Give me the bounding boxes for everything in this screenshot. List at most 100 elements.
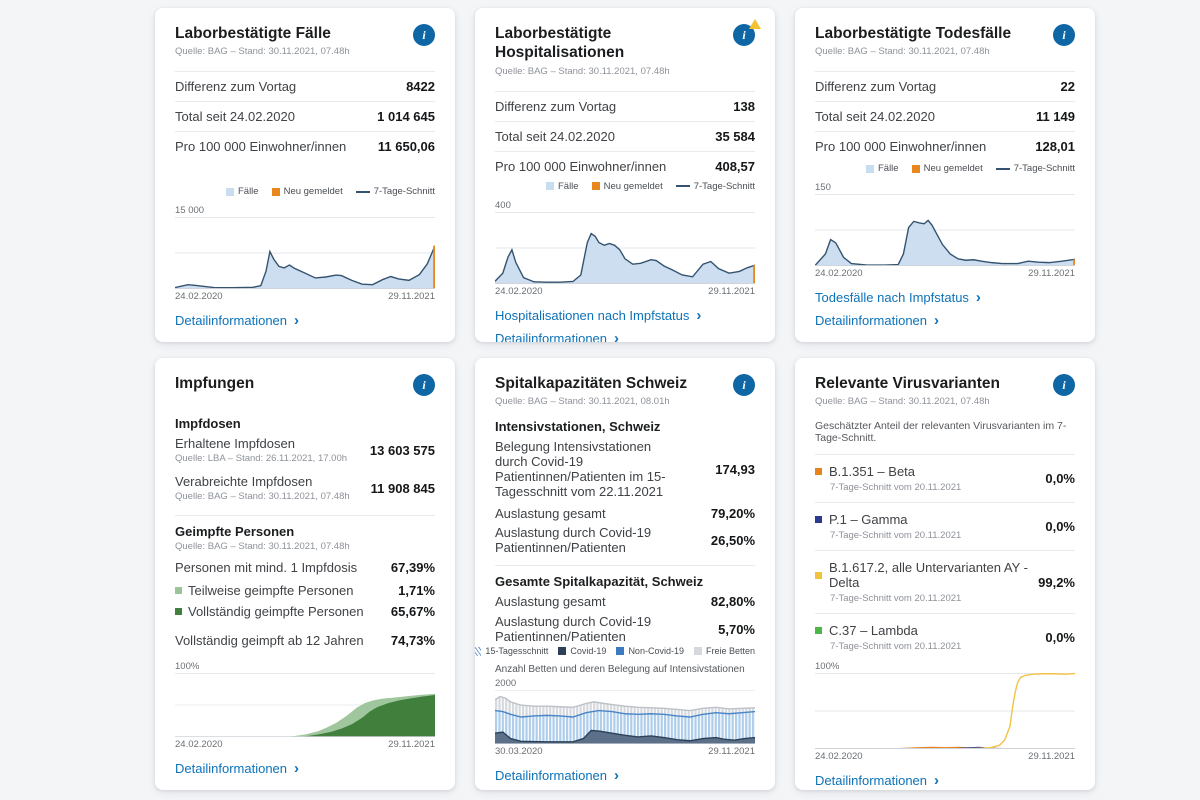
section-title: Impfdosen: [175, 416, 241, 431]
cases-swatch-icon: [225, 187, 234, 196]
stat-row: Vollständig geimpfte Personen 65,67%: [175, 601, 435, 622]
dashboard-grid: Laborbestätigte Fälle Quelle: BAG – Stan…: [155, 8, 1095, 790]
stat-label: Auslastung durch Covid-19 Patientinnen/P…: [495, 614, 652, 645]
detail-link[interactable]: Detailinformationen ›: [175, 313, 435, 328]
card-source: Quelle: BAG – Stand: 30.11.2021, 07.48h: [815, 46, 990, 58]
impfstatus-link[interactable]: Todesfälle nach Impfstatus ›: [815, 290, 1075, 305]
chevron-right-icon: ›: [975, 288, 981, 306]
variant-row: P.1 – Gamma 7-Tage-Schnitt vom 20.11.202…: [815, 502, 1075, 550]
detail-link[interactable]: Detailinformationen ›: [815, 313, 1075, 328]
card-lab-cases: Laborbestätigte Fälle Quelle: BAG – Stan…: [155, 8, 455, 342]
stat-value: 82,80%: [710, 594, 755, 610]
stat-value: 5,70%: [718, 621, 755, 637]
card-deaths: Laborbestätigte Todesfälle Quelle: BAG –…: [795, 8, 1095, 342]
stat-row: Belegung Intensivstationen durch Covid-1…: [495, 434, 755, 504]
chart-block: 100% 24.02.2020 29.11.2021: [815, 661, 1075, 762]
stat-value: 35 584: [715, 128, 755, 144]
chevron-right-icon: ›: [294, 311, 300, 329]
info-icon[interactable]: i: [413, 374, 435, 396]
avg-line-icon: [675, 185, 690, 188]
stat-label: Differenz zum Vortag: [815, 79, 937, 95]
stat-value: 22: [1060, 79, 1075, 95]
stat-label: Differenz zum Vortag: [175, 79, 297, 95]
fifteen-day-avg-icon: [475, 646, 482, 656]
variant-value: 0,0%: [1045, 630, 1075, 646]
card-title: Laborbestätigte Todesfälle: [815, 25, 1012, 42]
new-reported-swatch-icon: [271, 187, 280, 196]
hospitalisations-trend-chart: [495, 211, 755, 284]
stat-label: Auslastung gesamt: [495, 594, 606, 610]
variants-share-chart: [815, 673, 1075, 750]
legend-item: 7-Tage-Schnitt: [995, 163, 1075, 174]
stat-row: Vollständig geimpft ab 12 Jahren 74,73%: [175, 628, 435, 653]
gamma-swatch-icon: [815, 516, 822, 524]
info-icon[interactable]: i: [733, 374, 755, 396]
stat-label: Differenz zum Vortag: [495, 98, 617, 114]
x-axis-labels: 24.02.2020 29.11.2021: [495, 285, 755, 297]
info-icon[interactable]: i: [413, 24, 435, 46]
stat-label: Total seit 24.02.2020: [815, 109, 935, 125]
cases-trend-chart: [175, 217, 435, 289]
stat-value: 174,93: [715, 461, 755, 477]
legend-item: Fälle: [225, 186, 259, 197]
chart-legend: Fälle Neu gemeldet 7-Tage-Schnitt: [815, 163, 1075, 174]
card-source: Quelle: BAG – Stand: 30.11.2021, 07.48h: [495, 65, 670, 77]
detail-link[interactable]: Detailinformationen ›: [815, 773, 1075, 788]
x-axis-labels: 24.02.2020 29.11.2021: [815, 268, 1075, 279]
stat-label: Vollständig geimpft ab 12 Jahren: [175, 633, 364, 648]
covid-swatch-icon: [558, 647, 567, 656]
chevron-right-icon: ›: [614, 329, 620, 342]
detail-link[interactable]: Detailinformationen ›: [495, 331, 755, 342]
stat-value: 13 603 575: [369, 442, 435, 458]
stats-list: Differenz zum Vortag 8422 Total seit 24.…: [175, 71, 435, 161]
legend-item: Freie Betten: [693, 646, 755, 656]
legend-item: Neu gemeldet: [591, 181, 663, 192]
cases-swatch-icon: [545, 182, 554, 191]
card-source: Quelle: BAG – Stand: 30.11.2021, 08.01h: [495, 396, 670, 408]
stat-row: Auslastung gesamt 82,80%: [495, 591, 755, 612]
chart-block: Fälle Neu gemeldet 7-Tage-Schnitt 400 24…: [495, 181, 755, 297]
info-icon[interactable]: i: [1053, 24, 1075, 46]
chart-legend: 15-Tagesschnitt Covid-19 Non-Covid-19 Fr…: [475, 646, 755, 656]
stat-value: 11 650,06: [377, 139, 435, 155]
stat-label: Pro 100 000 Einwohner/innen: [815, 139, 987, 155]
info-icon[interactable]: i: [733, 19, 761, 46]
info-icon[interactable]: i: [1053, 374, 1075, 396]
chart-block: Fälle Neu gemeldet 7-Tage-Schnitt 150 24…: [815, 163, 1075, 279]
stat-row: Pro 100 000 Einwohner/innen 408,57: [495, 150, 755, 181]
variant-name: B.1.617.2, alle Untervarianten AY - Delt…: [829, 560, 1028, 591]
stats-list: Differenz zum Vortag 22 Total seit 24.02…: [815, 71, 1075, 161]
non-covid-swatch-icon: [616, 647, 625, 656]
stat-value: 138: [733, 98, 755, 114]
delta-swatch-icon: [815, 571, 822, 579]
legend-item: 7-Tage-Schnitt: [355, 186, 435, 197]
chart-block: 100% 24.02.2020 29.11.2021: [175, 661, 435, 750]
y-axis-label: 100%: [175, 661, 200, 672]
card-source: Quelle: BAG – Stand: 30.11.2021, 07.48h: [175, 46, 350, 58]
variant-row: C.37 – Lambda 7-Tage-Schnitt vom 20.11.2…: [815, 613, 1075, 661]
section-source: Quelle: BAG – Stand: 30.11.2021, 07.48h: [175, 541, 350, 552]
y-axis-label: 100%: [815, 661, 840, 673]
legend-item: Fälle: [545, 181, 579, 192]
stat-value: 11 908 845: [370, 480, 435, 496]
free-beds-swatch-icon: [693, 647, 702, 656]
stat-row: Total seit 24.02.2020 35 584: [495, 120, 755, 151]
card-header: Laborbestätigte Fälle Quelle: BAG – Stan…: [175, 24, 435, 57]
chevron-right-icon: ›: [294, 759, 300, 777]
card-title: Relevante Virusvarianten: [815, 375, 1000, 392]
chart-legend: Fälle Neu gemeldet 7-Tage-Schnitt: [175, 186, 435, 197]
detail-link[interactable]: Detailinformationen ›: [495, 768, 755, 783]
variants-intro: Geschätzter Anteil der relevanten Virusv…: [815, 420, 1067, 445]
detail-link[interactable]: Detailinformationen ›: [175, 761, 435, 776]
variant-value: 99,2%: [1038, 574, 1075, 590]
vaccination-trend-chart: [175, 673, 435, 737]
x-axis-labels: 24.02.2020 29.11.2021: [175, 739, 435, 750]
stat-source: Quelle: BAG – Stand: 30.11.2021, 07.48h: [175, 491, 350, 502]
new-reported-swatch-icon: [591, 182, 600, 191]
stat-value: 408,57: [715, 158, 755, 174]
chevron-right-icon: ›: [696, 306, 702, 324]
avg-line-icon: [355, 190, 370, 193]
stat-row: Auslastung gesamt 79,20%: [495, 504, 755, 523]
impfstatus-link[interactable]: Hospitalisationen nach Impfstatus ›: [495, 308, 755, 323]
stat-value: 65,67%: [390, 604, 435, 619]
